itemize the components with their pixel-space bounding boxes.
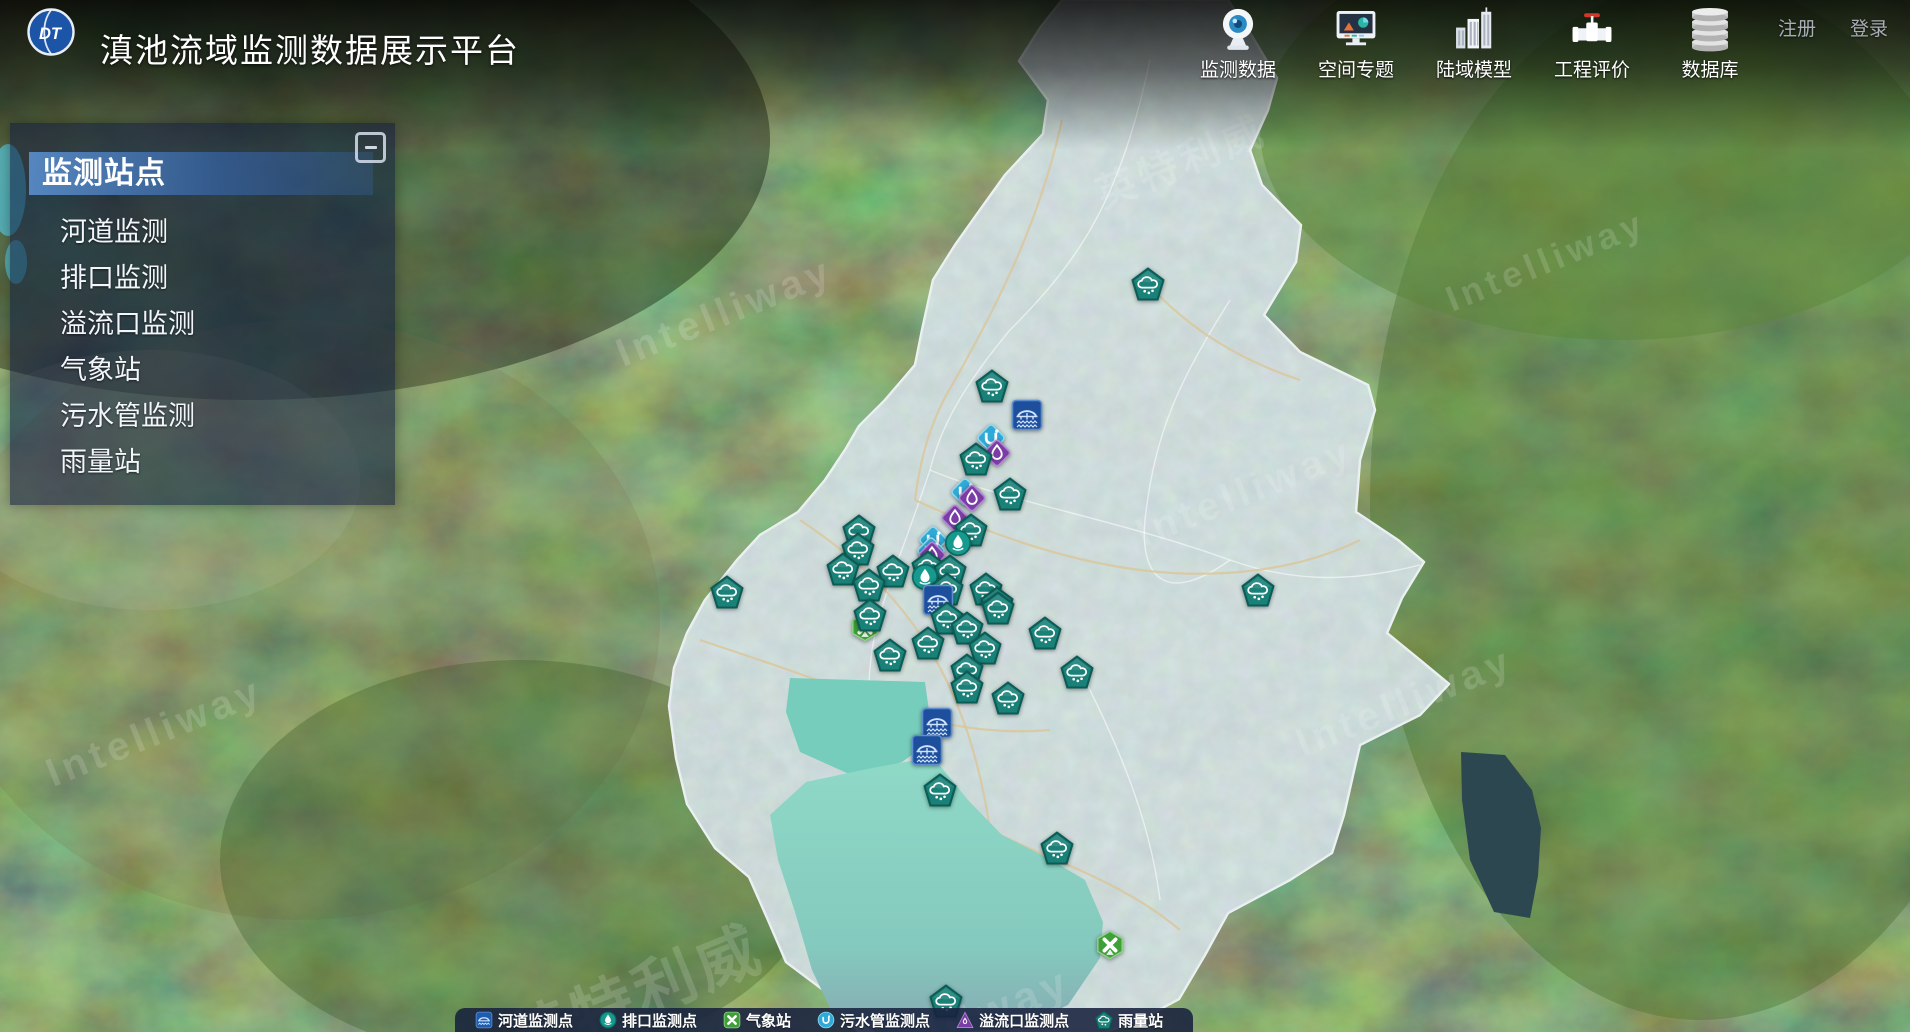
panel-title-monitoring-stations[interactable]: 监测站点 xyxy=(29,152,373,195)
sewer-station-icon xyxy=(817,1011,835,1029)
marker-rain-station[interactable] xyxy=(960,443,993,476)
map-legend: 河道监测点 排口监测点 气象站 污水管监测点 溢流口监测点 雨量站 xyxy=(455,1008,1193,1032)
legend-item-overflow-station: 溢流口监测点 xyxy=(956,1010,1069,1031)
auth-links: 注册 登录 xyxy=(1778,14,1888,41)
weather-station-icon xyxy=(723,1011,741,1029)
login-link[interactable]: 登录 xyxy=(1850,14,1888,41)
legend-item-sewer-station: 污水管监测点 xyxy=(817,1010,930,1031)
marker-river-station[interactable] xyxy=(1011,399,1043,431)
sidebar-item-rain-station[interactable]: 雨量站 xyxy=(60,439,395,485)
marker-rain-station[interactable] xyxy=(874,639,907,672)
sidebar-item-weather-station[interactable]: 气象站 xyxy=(60,347,395,393)
app-logo: DT xyxy=(27,8,75,56)
pipe-valve-icon xyxy=(1569,6,1615,52)
legend-label: 气象站 xyxy=(746,1010,791,1031)
register-link[interactable]: 注册 xyxy=(1778,14,1816,41)
header-nav: 监测数据 空间专题 xyxy=(1196,6,1752,82)
legend-item-river-station: 河道监测点 xyxy=(475,1010,573,1031)
svg-text:DT: DT xyxy=(39,25,63,43)
rain-station-icon xyxy=(1095,1011,1113,1029)
legend-label: 溢流口监测点 xyxy=(979,1010,1069,1031)
sidebar-item-sewer-monitor[interactable]: 污水管监测 xyxy=(60,393,395,439)
nav-item-spatial-theme[interactable]: 空间专题 xyxy=(1314,6,1398,82)
legend-item-rain-station: 雨量站 xyxy=(1095,1010,1163,1031)
outlet-station-icon xyxy=(599,1011,617,1029)
panel-menu: 河道监测排口监测溢流口监测气象站污水管监测雨量站 xyxy=(10,209,395,485)
marker-weather-station[interactable] xyxy=(1095,930,1125,960)
page-title: 滇池流域监测数据展示平台 xyxy=(100,24,520,72)
legend-item-weather-station: 气象站 xyxy=(723,1010,791,1031)
legend-item-outlet-station: 排口监测点 xyxy=(599,1010,697,1031)
marker-rain-station[interactable] xyxy=(1041,832,1074,865)
marker-rain-station[interactable] xyxy=(982,592,1015,625)
marker-river-station[interactable] xyxy=(911,734,943,766)
marker-rain-station[interactable] xyxy=(994,478,1027,511)
legend-label: 雨量站 xyxy=(1118,1010,1163,1031)
marker-rain-station[interactable] xyxy=(951,671,984,704)
app-screen: IntelliwayIntelliwayIntelliwayIntelliway… xyxy=(0,0,1910,1032)
monitor-chart-icon xyxy=(1333,6,1379,52)
river-station-icon xyxy=(475,1011,493,1029)
marker-rain-station[interactable] xyxy=(711,576,744,609)
webcam-icon xyxy=(1215,6,1261,52)
legend-label: 排口监测点 xyxy=(622,1010,697,1031)
marker-rain-station[interactable] xyxy=(992,682,1025,715)
marker-rain-station[interactable] xyxy=(853,569,886,602)
marker-rain-station[interactable] xyxy=(924,774,957,807)
marker-rain-station[interactable] xyxy=(1132,268,1165,301)
marker-rain-station[interactable] xyxy=(976,370,1009,403)
marker-rain-station[interactable] xyxy=(1061,656,1094,689)
monitoring-stations-panel: 监测站点 河道监测排口监测溢流口监测气象站污水管监测雨量站 xyxy=(10,123,395,505)
nav-item-land-model[interactable]: 陆域模型 xyxy=(1432,6,1516,82)
marker-rain-station[interactable] xyxy=(912,627,945,660)
marker-rain-station[interactable] xyxy=(854,599,887,632)
city-buildings-icon xyxy=(1451,6,1497,52)
legend-label: 污水管监测点 xyxy=(840,1010,930,1031)
sidebar-item-outlet-monitor[interactable]: 排口监测 xyxy=(60,255,395,301)
sidebar-item-river-monitor[interactable]: 河道监测 xyxy=(60,209,395,255)
database-icon xyxy=(1687,6,1733,52)
legend-label: 河道监测点 xyxy=(498,1010,573,1031)
overflow-station-icon xyxy=(956,1011,974,1029)
marker-rain-station[interactable] xyxy=(1242,574,1275,607)
minimize-icon xyxy=(365,146,377,150)
sidebar-item-overflow-monitor[interactable]: 溢流口监测 xyxy=(60,301,395,347)
nav-item-project-eval[interactable]: 工程评价 xyxy=(1550,6,1634,82)
marker-rain-station[interactable] xyxy=(1029,617,1062,650)
nav-item-monitor-data[interactable]: 监测数据 xyxy=(1196,6,1280,82)
nav-item-database[interactable]: 数据库 xyxy=(1668,6,1752,82)
panel-minimize-button[interactable] xyxy=(355,132,386,163)
